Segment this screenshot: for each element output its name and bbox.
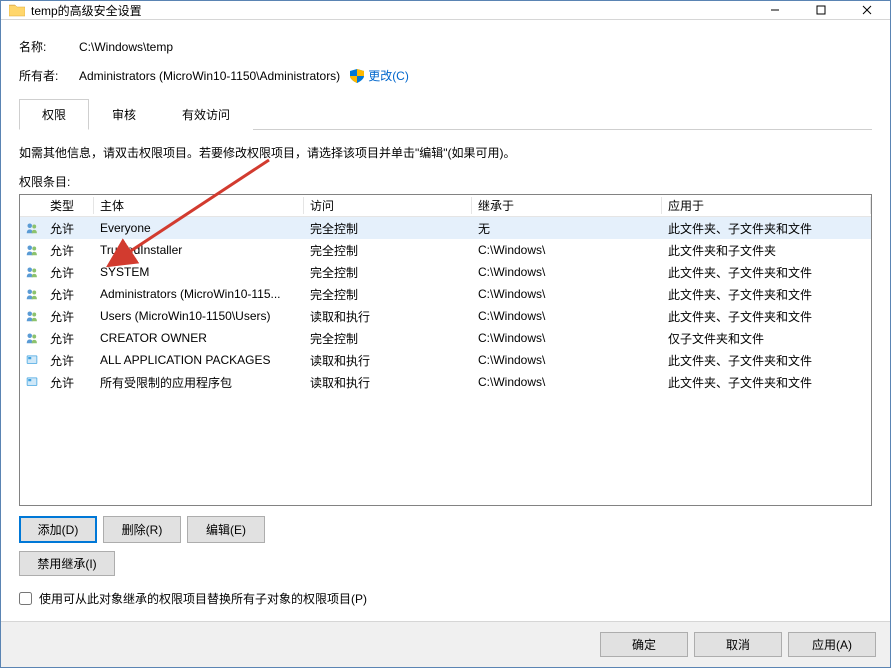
entry-icon-users xyxy=(20,286,44,302)
disable-inheritance-button[interactable]: 禁用继承(I) xyxy=(19,551,115,576)
ok-button[interactable]: 确定 xyxy=(600,632,688,657)
replace-children-row[interactable]: 使用可从此对象继承的权限项目替换所有子对象的权限项目(P) xyxy=(19,590,872,607)
table-row[interactable]: 允许所有受限制的应用程序包读取和执行C:\Windows\此文件夹、子文件夹和文… xyxy=(20,371,871,393)
entries-label: 权限条目: xyxy=(19,173,872,190)
entry-icon-app xyxy=(20,374,44,390)
entry-type: 允许 xyxy=(44,374,94,391)
entry-access: 完全控制 xyxy=(304,330,472,347)
col-apply[interactable]: 应用于 xyxy=(662,197,871,214)
close-button[interactable] xyxy=(844,1,890,19)
minimize-icon xyxy=(770,5,780,15)
entry-inherit: C:\Windows\ xyxy=(472,331,662,345)
apply-button[interactable]: 应用(A) xyxy=(788,632,876,657)
name-label: 名称: xyxy=(19,38,79,55)
entry-icon-users xyxy=(20,308,44,324)
folder-icon xyxy=(9,3,25,17)
tab-strip: 权限审核有效访问 xyxy=(19,98,872,130)
entry-access: 读取和执行 xyxy=(304,352,472,369)
entry-access: 完全控制 xyxy=(304,264,472,281)
titlebar: temp的高级安全设置 xyxy=(1,1,890,20)
table-row[interactable]: 允许CREATOR OWNER完全控制C:\Windows\仅子文件夹和文件 xyxy=(20,327,871,349)
table-row[interactable]: 允许ALL APPLICATION PACKAGES读取和执行C:\Window… xyxy=(20,349,871,371)
table-row[interactable]: 允许TrustedInstaller完全控制C:\Windows\此文件夹和子文… xyxy=(20,239,871,261)
replace-children-checkbox[interactable] xyxy=(19,592,32,605)
entry-access: 完全控制 xyxy=(304,286,472,303)
col-type[interactable]: 类型 xyxy=(44,197,94,214)
advanced-security-window: temp的高级安全设置 名称: C:\Windows\temp 所有者: Adm… xyxy=(0,0,891,668)
remove-button[interactable]: 删除(R) xyxy=(103,516,181,543)
entry-inherit: C:\Windows\ xyxy=(472,375,662,389)
entry-icon-users xyxy=(20,330,44,346)
entry-inherit: C:\Windows\ xyxy=(472,265,662,279)
entry-apply: 此文件夹、子文件夹和文件 xyxy=(662,308,871,325)
entry-apply: 此文件夹、子文件夹和文件 xyxy=(662,352,871,369)
col-access[interactable]: 访问 xyxy=(304,197,472,214)
entry-principal: Administrators (MicroWin10-115... xyxy=(94,287,304,301)
entry-apply: 此文件夹和子文件夹 xyxy=(662,242,871,259)
entry-apply: 此文件夹、子文件夹和文件 xyxy=(662,220,871,237)
entry-access: 完全控制 xyxy=(304,220,472,237)
entry-apply: 此文件夹、子文件夹和文件 xyxy=(662,264,871,281)
entry-access: 完全控制 xyxy=(304,242,472,259)
replace-children-label: 使用可从此对象继承的权限项目替换所有子对象的权限项目(P) xyxy=(39,590,367,607)
close-icon xyxy=(862,5,872,15)
entry-principal: ALL APPLICATION PACKAGES xyxy=(94,353,304,367)
maximize-button[interactable] xyxy=(798,1,844,19)
tab-2[interactable]: 有效访问 xyxy=(159,99,253,130)
entry-inherit: C:\Windows\ xyxy=(472,243,662,257)
entry-principal: Users (MicroWin10-1150\Users) xyxy=(94,309,304,323)
entry-principal: TrustedInstaller xyxy=(94,243,304,257)
table-row[interactable]: 允许SYSTEM完全控制C:\Windows\此文件夹、子文件夹和文件 xyxy=(20,261,871,283)
entry-type: 允许 xyxy=(44,352,94,369)
col-principal[interactable]: 主体 xyxy=(94,197,304,214)
entry-type: 允许 xyxy=(44,264,94,281)
maximize-icon xyxy=(816,5,826,15)
entry-access: 读取和执行 xyxy=(304,308,472,325)
table-row[interactable]: 允许Everyone完全控制无此文件夹、子文件夹和文件 xyxy=(20,217,871,239)
table-row[interactable]: 允许Administrators (MicroWin10-115...完全控制C… xyxy=(20,283,871,305)
change-owner-link[interactable]: 更改(C) xyxy=(368,67,409,84)
entry-type: 允许 xyxy=(44,286,94,303)
owner-value: Administrators (MicroWin10-1150\Administ… xyxy=(79,69,340,83)
entry-apply: 此文件夹、子文件夹和文件 xyxy=(662,286,871,303)
entry-inherit: 无 xyxy=(472,220,662,237)
entry-type: 允许 xyxy=(44,330,94,347)
add-button[interactable]: 添加(D) xyxy=(19,516,97,543)
col-inherit[interactable]: 继承于 xyxy=(472,197,662,214)
entry-icon-app xyxy=(20,352,44,368)
entry-inherit: C:\Windows\ xyxy=(472,287,662,301)
entry-principal: SYSTEM xyxy=(94,265,304,279)
dialog-footer: 确定 取消 应用(A) xyxy=(1,621,890,667)
shield-icon xyxy=(350,69,364,83)
permission-table: 类型 主体 访问 继承于 应用于 允许Everyone完全控制无此文件夹、子文件… xyxy=(19,194,872,506)
name-value: C:\Windows\temp xyxy=(79,40,173,54)
entry-inherit: C:\Windows\ xyxy=(472,309,662,323)
entry-principal: CREATOR OWNER xyxy=(94,331,304,345)
entry-type: 允许 xyxy=(44,242,94,259)
hint-text: 如需其他信息，请双击权限项目。若要修改权限项目，请选择该项目并单击"编辑"(如果… xyxy=(19,144,872,161)
cancel-button[interactable]: 取消 xyxy=(694,632,782,657)
edit-button[interactable]: 编辑(E) xyxy=(187,516,265,543)
entry-icon-users xyxy=(20,220,44,236)
tab-0[interactable]: 权限 xyxy=(19,99,89,130)
entry-icon-users xyxy=(20,242,44,258)
tab-1[interactable]: 审核 xyxy=(89,99,159,130)
owner-label: 所有者: xyxy=(19,67,79,84)
entry-principal: 所有受限制的应用程序包 xyxy=(94,374,304,391)
entry-icon-users xyxy=(20,264,44,280)
entry-type: 允许 xyxy=(44,220,94,237)
table-header: 类型 主体 访问 继承于 应用于 xyxy=(20,195,871,217)
entry-apply: 此文件夹、子文件夹和文件 xyxy=(662,374,871,391)
entry-principal: Everyone xyxy=(94,221,304,235)
minimize-button[interactable] xyxy=(752,1,798,19)
entry-apply: 仅子文件夹和文件 xyxy=(662,330,871,347)
window-title: temp的高级安全设置 xyxy=(31,2,752,19)
table-row[interactable]: 允许Users (MicroWin10-1150\Users)读取和执行C:\W… xyxy=(20,305,871,327)
entry-access: 读取和执行 xyxy=(304,374,472,391)
entry-type: 允许 xyxy=(44,308,94,325)
content-area: 名称: C:\Windows\temp 所有者: Administrators … xyxy=(1,20,890,621)
entry-inherit: C:\Windows\ xyxy=(472,353,662,367)
